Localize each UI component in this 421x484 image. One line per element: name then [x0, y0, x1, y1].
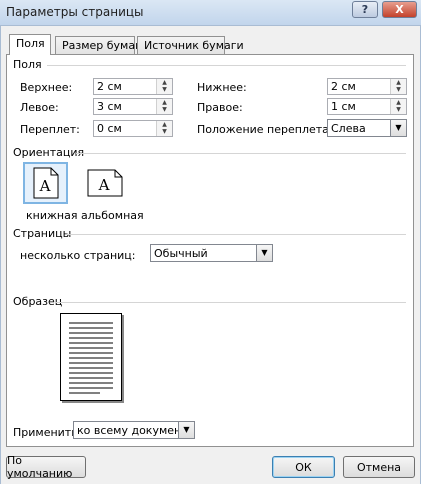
tab-paper-size[interactable]: Размер бумаги — [55, 36, 148, 54]
spin-up-icon[interactable]: ▲ — [157, 121, 172, 128]
portrait-label[interactable]: книжная — [26, 209, 77, 222]
spin-down-icon[interactable]: ▼ — [157, 86, 172, 93]
tab-label: Поля — [16, 37, 45, 50]
ok-button[interactable]: ОК — [272, 456, 335, 478]
landscape-label[interactable]: альбомная — [81, 209, 144, 222]
bottom-margin-value: 2 см — [331, 80, 356, 93]
portrait-glyph: A — [38, 177, 50, 195]
title-bar: Параметры страницы ? X — [0, 0, 421, 26]
spin-down-icon[interactable]: ▼ — [157, 128, 172, 135]
apply-label: Применить: — [13, 426, 82, 439]
ok-label: ОК — [295, 460, 312, 474]
landscape-glyph: A — [97, 176, 109, 194]
window-title: Параметры страницы — [6, 5, 144, 19]
portrait-page-icon: A — [33, 167, 58, 199]
gutter-value: 0 см — [97, 122, 122, 135]
left-margin-label: Левое: — [20, 101, 59, 114]
top-margin-value: 2 см — [97, 80, 122, 93]
gutter-spinner[interactable]: 0 см ▲ ▼ — [93, 120, 173, 137]
apply-to-value: ко всему документу — [77, 424, 195, 437]
pages-group-label: Страницы — [13, 227, 72, 240]
tab-label: Размер бумаги — [62, 39, 149, 52]
top-margin-spinner[interactable]: 2 см ▲ ▼ — [93, 78, 173, 95]
divider — [47, 65, 406, 66]
close-button[interactable]: X — [382, 1, 417, 18]
divider — [76, 153, 406, 154]
spin-arrows[interactable]: ▲ ▼ — [156, 121, 172, 136]
divider — [66, 234, 406, 235]
spin-down-icon[interactable]: ▼ — [391, 106, 406, 113]
close-icon: X — [395, 3, 404, 16]
landscape-page-icon: A — [87, 169, 122, 197]
multiple-pages-value: Обычный — [154, 247, 208, 260]
divider — [55, 302, 406, 303]
tab-label: Источник бумаги — [144, 39, 244, 52]
right-margin-spinner[interactable]: 1 см ▲ ▼ — [327, 98, 407, 115]
chevron-down-icon[interactable]: ▼ — [256, 245, 272, 261]
cancel-button[interactable]: Отмена — [343, 456, 415, 478]
spin-arrows[interactable]: ▲ ▼ — [390, 79, 406, 94]
spin-arrows[interactable]: ▲ ▼ — [156, 99, 172, 114]
orientation-group-label: Ориентация — [13, 146, 85, 159]
right-margin-label: Правое: — [197, 101, 243, 114]
right-margin-value: 1 см — [331, 100, 356, 113]
help-icon: ? — [361, 3, 369, 16]
left-margin-spinner[interactable]: 3 см ▲ ▼ — [93, 98, 173, 115]
gutter-position-select[interactable]: Слева ▼ — [327, 119, 407, 137]
spin-arrows[interactable]: ▲ ▼ — [390, 99, 406, 114]
page-preview-icon — [60, 313, 124, 403]
multiple-pages-label: несколько страниц: — [20, 249, 136, 262]
cancel-label: Отмена — [356, 460, 402, 474]
multiple-pages-select[interactable]: Обычный ▼ — [150, 244, 273, 262]
spin-up-icon[interactable]: ▲ — [391, 79, 406, 86]
spin-down-icon[interactable]: ▼ — [391, 86, 406, 93]
gutter-position-value: Слева — [331, 122, 366, 135]
top-margin-label: Верхнее: — [20, 81, 73, 94]
left-margin-value: 3 см — [97, 100, 122, 113]
spin-down-icon[interactable]: ▼ — [157, 106, 172, 113]
help-button[interactable]: ? — [352, 1, 378, 18]
portrait-option[interactable]: A — [23, 162, 68, 204]
gutter-label: Переплет: — [20, 123, 80, 136]
chevron-down-icon[interactable]: ▼ — [178, 422, 194, 438]
bottom-margin-label: Нижнее: — [197, 81, 247, 94]
set-default-label: По умолчанию — [7, 454, 73, 480]
spin-up-icon[interactable]: ▲ — [157, 99, 172, 106]
landscape-option[interactable]: A — [82, 162, 127, 204]
set-default-button[interactable]: По умолчанию — [6, 454, 86, 480]
bottom-margin-spinner[interactable]: 2 см ▲ ▼ — [327, 78, 407, 95]
margins-group-label: Поля — [13, 58, 42, 71]
tab-margins[interactable]: Поля — [9, 34, 51, 55]
spin-up-icon[interactable]: ▲ — [157, 79, 172, 86]
gutter-position-label: Положение переплета: — [197, 123, 333, 136]
spin-arrows[interactable]: ▲ ▼ — [156, 79, 172, 94]
spin-up-icon[interactable]: ▲ — [391, 99, 406, 106]
chevron-down-icon[interactable]: ▼ — [390, 120, 406, 136]
tab-paper-source[interactable]: Источник бумаги — [137, 36, 244, 54]
apply-to-select[interactable]: ко всему документу ▼ — [73, 421, 195, 439]
